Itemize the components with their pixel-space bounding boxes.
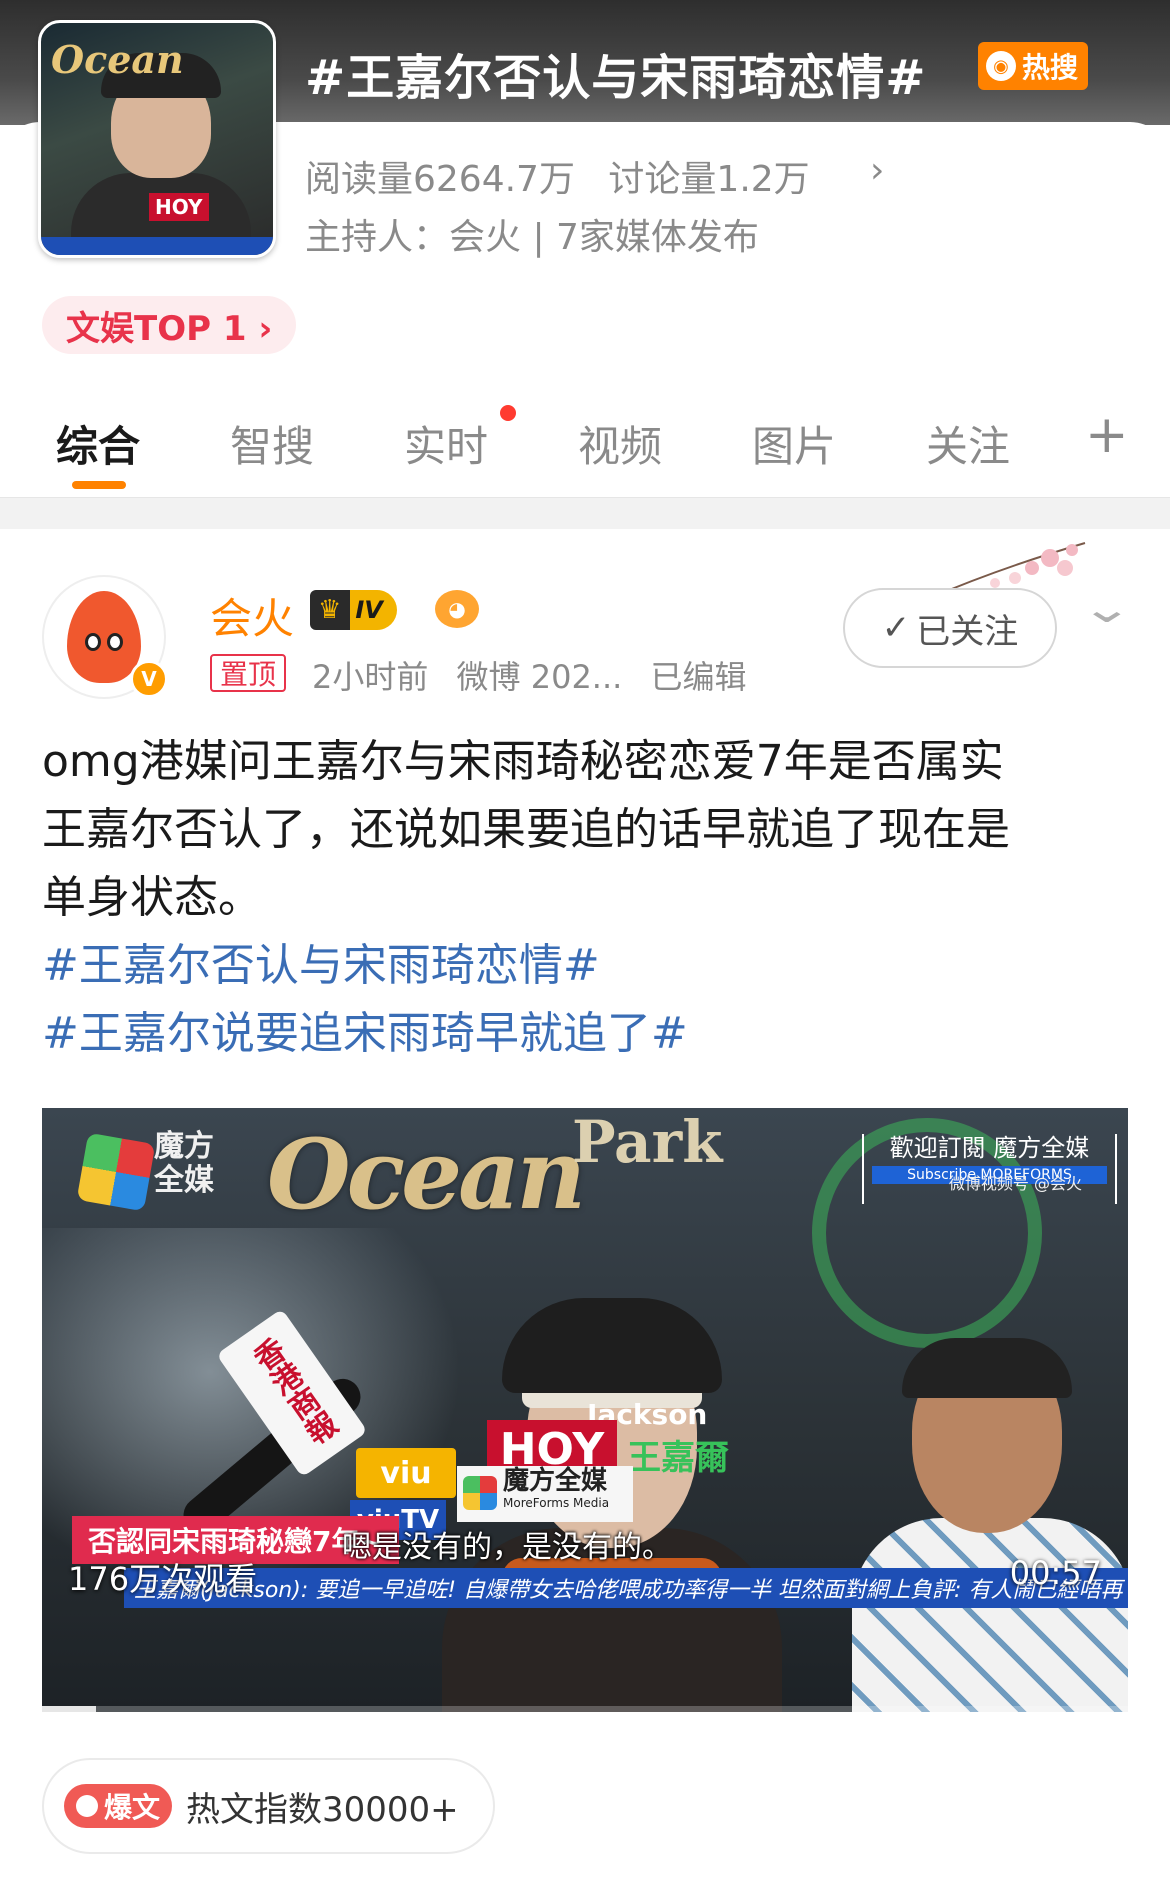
post-source: 微博 202... xyxy=(456,658,623,696)
member-level-badge[interactable]: ♛ IV xyxy=(310,590,397,630)
park-logo: Park xyxy=(572,1108,723,1176)
hot-index: 热文指数30000+ xyxy=(186,1789,459,1830)
read-count: 阅读量6264.7万 xyxy=(305,159,575,200)
brand-text: 魔方 全媒 xyxy=(154,1129,214,1198)
check-icon: ✓ xyxy=(881,608,911,648)
follow-label: 已关注 xyxy=(916,611,1019,652)
post-text-line: 王嘉尔否认了，还说如果要追的话早就追了现在是 xyxy=(42,804,1010,855)
cover-ocean-text: Ocean xyxy=(51,37,184,82)
post-meta: 2小时前 微博 202... 已编辑 xyxy=(312,652,765,698)
crown-icon: ♛ xyxy=(318,595,342,625)
topic-host: 主持人：会火 | 7家媒体发布 xyxy=(305,217,759,258)
verified-icon: V xyxy=(130,660,168,698)
pinned-tag: 置顶 xyxy=(210,654,287,692)
edited-label: 已编辑 xyxy=(650,658,747,696)
topic-stats[interactable]: 阅读量6264.7万 讨论量1.2万 xyxy=(305,150,832,202)
cube-icon xyxy=(463,1476,497,1510)
plus-icon[interactable]: + xyxy=(1085,405,1129,465)
video-player[interactable]: 魔方 全媒 Ocean Park 歡迎訂閱 魔方全媒 Subscribe MOR… xyxy=(42,1108,1128,1712)
viu-logo: viu xyxy=(356,1448,456,1498)
moreforms-mic-card: 魔方全媒 MoreForms Media xyxy=(457,1466,633,1522)
section-divider xyxy=(0,497,1170,529)
ocean-park-logo: Ocean xyxy=(267,1118,586,1231)
discussion-count: 讨论量1.2万 xyxy=(608,159,810,200)
news-ticker: 王嘉爾(Jackson): 要追一早追咗! 自爆帶女去哈佬喂成功率得一半 坦然面… xyxy=(124,1568,1128,1608)
hot-article-pill[interactable]: 爆文 热文指数30000+ xyxy=(42,1758,495,1854)
hot-article-tag: 爆文 xyxy=(64,1784,173,1828)
video-duration: 00:57 xyxy=(1009,1554,1102,1592)
chevron-right-icon[interactable]: › xyxy=(870,150,884,191)
tab-comprehensive[interactable]: 综合 xyxy=(56,413,140,474)
weibo-logo-icon: ◉ xyxy=(986,51,1016,81)
flame-icon xyxy=(67,591,141,683)
hashtag-link[interactable]: #王嘉尔说要追宋雨琦早就追了# xyxy=(42,1000,1132,1068)
hot-badge-label: 热搜 xyxy=(1022,51,1079,84)
post-text-line: omg港媒问王嘉尔与宋雨琦秘密恋爱7年是否属实 xyxy=(42,736,1004,787)
level-label: IV xyxy=(355,596,383,624)
active-tab-indicator xyxy=(72,481,126,489)
hashtag-link[interactable]: #王嘉尔否认与宋雨琦恋情# xyxy=(42,932,1132,1000)
tab-smart-search[interactable]: 智搜 xyxy=(230,413,314,474)
topic-cover-image[interactable]: Ocean HOY xyxy=(38,20,276,258)
moreforms-logo-icon xyxy=(76,1132,156,1212)
cover-hoy-text: HOY xyxy=(149,193,209,221)
tab-bar: 综合 智搜 实时 视频 图片 关注 xyxy=(0,395,1170,495)
reporter-figure xyxy=(832,1338,1128,1712)
topic-title: #王嘉尔否认与宋雨琦恋情# xyxy=(305,50,927,106)
tab-images[interactable]: 图片 xyxy=(752,413,836,474)
tab-video[interactable]: 视频 xyxy=(578,413,662,474)
weibo-logo-icon xyxy=(76,1795,98,1817)
tab-following[interactable]: 关注 xyxy=(926,413,1010,474)
hot-search-badge[interactable]: ◉ 热搜 xyxy=(978,42,1089,90)
realtime-notification-dot xyxy=(500,405,516,421)
fish-icon: ◕ xyxy=(435,590,479,628)
chevron-down-icon[interactable]: ⌄ xyxy=(1080,586,1134,632)
tab-realtime[interactable]: 实时 xyxy=(404,413,488,474)
view-count: 176万次观看 xyxy=(68,1560,258,1598)
post-text: omg港媒问王嘉尔与宋雨琦秘密恋爱7年是否属实 王嘉尔否认了，还说如果要追的话早… xyxy=(42,728,1132,1068)
video-watermark: 微博视频号 @会火 xyxy=(948,1174,1082,1193)
rank-pill[interactable]: 文娱TOP 1 › xyxy=(42,296,297,354)
follow-button[interactable]: ✓ 已关注 xyxy=(843,588,1057,668)
post-time: 2小时前 xyxy=(312,658,429,696)
video-progress-bar[interactable] xyxy=(42,1706,1128,1712)
author-name[interactable]: 会火 xyxy=(210,585,294,646)
post-text-line: 单身状态。 xyxy=(42,872,262,923)
subtitle-text: 嗯是没有的，是没有的。 xyxy=(342,1530,672,1565)
name-tag-cn: 王嘉爾 xyxy=(627,1438,729,1478)
